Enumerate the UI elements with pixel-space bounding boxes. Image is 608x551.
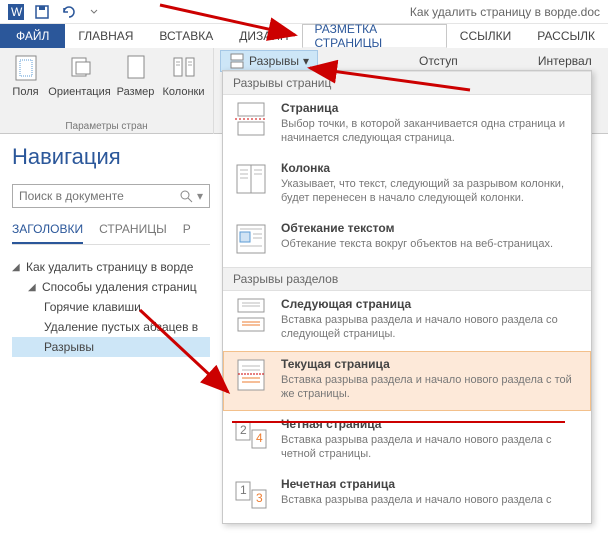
nav-tab-results[interactable]: Р <box>183 222 191 244</box>
odd-page-icon: 13 <box>233 477 269 513</box>
margins-button[interactable]: Поля <box>5 52 47 98</box>
orientation-icon <box>64 52 96 84</box>
navigation-title: Навигация <box>12 144 210 170</box>
navigation-pane: Навигация ▾ ЗАГОЛОВКИ СТРАНИЦЫ Р ◢Как уд… <box>0 134 222 367</box>
tree-root[interactable]: ◢Как удалить страницу в ворде <box>12 257 210 277</box>
columns-icon <box>168 52 200 84</box>
mi-desc: Выбор точки, в которой заканчивается одн… <box>281 117 581 145</box>
word-app-icon[interactable]: W <box>4 1 28 23</box>
menu-item-next-page[interactable]: Следующая страница Вставка разрыва раздел… <box>223 291 591 351</box>
mi-desc: Указывает, что текст, следующий за разры… <box>281 177 581 205</box>
mi-title: Колонка <box>281 161 581 175</box>
svg-text:1: 1 <box>240 483 247 497</box>
svg-text:4: 4 <box>256 431 263 445</box>
nav-tabs: ЗАГОЛОВКИ СТРАНИЦЫ Р <box>12 222 210 245</box>
chevron-down-icon: ▾ <box>303 54 309 68</box>
size-label: Размер <box>117 86 155 98</box>
mi-title: Четная страница <box>281 417 581 431</box>
tree-leaf-empty-para[interactable]: Удаление пустых абзацев в <box>12 317 210 337</box>
indent-label: Отступ <box>419 54 458 68</box>
mi-title: Текущая страница <box>281 357 581 371</box>
nav-tab-pages[interactable]: СТРАНИЦЫ <box>99 222 167 244</box>
mi-desc: Вставка разрыва раздела и начало нового … <box>281 433 581 461</box>
columns-button[interactable]: Колонки <box>159 52 209 98</box>
search-box[interactable]: ▾ <box>12 184 210 208</box>
orientation-button[interactable]: Ориентация <box>47 52 113 98</box>
svg-text:2: 2 <box>240 423 247 437</box>
tab-file[interactable]: ФАЙЛ <box>0 24 65 48</box>
mi-desc: Обтекание текста вокруг объектов на веб-… <box>281 237 581 251</box>
margins-icon <box>10 52 42 84</box>
mi-desc: Вставка разрыва раздела и начало нового … <box>281 493 581 507</box>
text-wrap-icon <box>233 221 269 257</box>
column-break-icon <box>233 161 269 197</box>
nav-tab-headings[interactable]: ЗАГОЛОВКИ <box>12 222 83 244</box>
document-title: Как удалить страницу в ворде.doc <box>410 5 604 19</box>
indent-label-row: Отступ <box>410 50 467 72</box>
menu-item-even-page[interactable]: 24 Четная страница Вставка разрыва раздел… <box>223 411 591 471</box>
tree-leaf-breaks[interactable]: Разрывы <box>12 337 210 357</box>
mi-title: Обтекание текстом <box>281 221 581 235</box>
mi-desc: Вставка разрыва раздела и начало нового … <box>281 373 581 401</box>
page-break-icon <box>233 101 269 137</box>
page-setup-caption: Параметры стран <box>65 121 147 132</box>
breaks-label: Разрывы <box>249 54 299 68</box>
search-icon[interactable] <box>179 189 193 203</box>
breaks-button[interactable]: Разрывы ▾ <box>220 50 318 72</box>
tab-references[interactable]: ССЫЛКИ <box>447 24 524 48</box>
title-bar: W Как удалить страницу в ворде.doc <box>0 0 608 24</box>
quick-access-toolbar: W <box>4 1 106 23</box>
caret-icon: ◢ <box>12 262 22 273</box>
breaks-menu: Разрывы страниц Страница Выбор точки, в к… <box>222 70 592 524</box>
tree-leaf-hotkeys[interactable]: Горячие клавиши <box>12 297 210 317</box>
tab-mailings[interactable]: РАССЫЛК <box>524 24 608 48</box>
mi-title: Нечетная страница <box>281 477 581 491</box>
spacing-label-row: Интервал <box>529 50 601 72</box>
size-button[interactable]: Размер <box>113 52 159 98</box>
orientation-label: Ориентация <box>48 86 110 98</box>
svg-text:3: 3 <box>256 491 263 505</box>
chevron-down-icon[interactable]: ▾ <box>197 189 203 203</box>
menu-section-section-breaks: Разрывы разделов <box>223 267 591 291</box>
breaks-icon <box>229 53 245 69</box>
menu-item-column[interactable]: Колонка Указывает, что текст, следующий з… <box>223 155 591 215</box>
tab-insert[interactable]: ВСТАВКА <box>146 24 226 48</box>
tree-node[interactable]: ◢Способы удаления страниц <box>12 277 210 297</box>
menu-item-odd-page[interactable]: 13 Нечетная страница Вставка разрыва разд… <box>223 471 591 523</box>
size-icon <box>120 52 152 84</box>
continuous-icon <box>233 357 269 393</box>
svg-text:W: W <box>11 5 23 19</box>
save-icon[interactable] <box>30 1 54 23</box>
next-page-icon <box>233 297 269 333</box>
spacing-label: Интервал <box>538 54 592 68</box>
page-setup-group: Поля Ориентация Размер Колонки Параметры… <box>0 48 214 134</box>
caret-icon: ◢ <box>28 282 38 293</box>
ribbon-tabs: ФАЙЛ ГЛАВНАЯ ВСТАВКА ДИЗАЙН РАЗМЕТКА СТР… <box>0 24 608 48</box>
tab-design[interactable]: ДИЗАЙН <box>226 24 301 48</box>
mi-desc: Вставка разрыва раздела и начало нового … <box>281 313 581 341</box>
mi-title: Следующая страница <box>281 297 581 311</box>
search-input[interactable] <box>19 189 179 203</box>
tab-page-layout[interactable]: РАЗМЕТКА СТРАНИЦЫ <box>302 24 447 48</box>
headings-tree: ◢Как удалить страницу в ворде ◢Способы у… <box>12 257 210 357</box>
menu-item-continuous[interactable]: Текущая страница Вставка разрыва раздела … <box>223 351 591 411</box>
menu-item-page[interactable]: Страница Выбор точки, в которой заканчива… <box>223 95 591 155</box>
menu-section-page-breaks: Разрывы страниц <box>223 71 591 95</box>
margins-label: Поля <box>12 86 38 98</box>
even-page-icon: 24 <box>233 417 269 453</box>
qat-dropdown-icon[interactable] <box>82 1 106 23</box>
mi-title: Страница <box>281 101 581 115</box>
menu-item-text-wrap[interactable]: Обтекание текстом Обтекание текста вокруг… <box>223 215 591 267</box>
undo-icon[interactable] <box>56 1 80 23</box>
tab-home[interactable]: ГЛАВНАЯ <box>65 24 146 48</box>
columns-label: Колонки <box>163 86 205 98</box>
